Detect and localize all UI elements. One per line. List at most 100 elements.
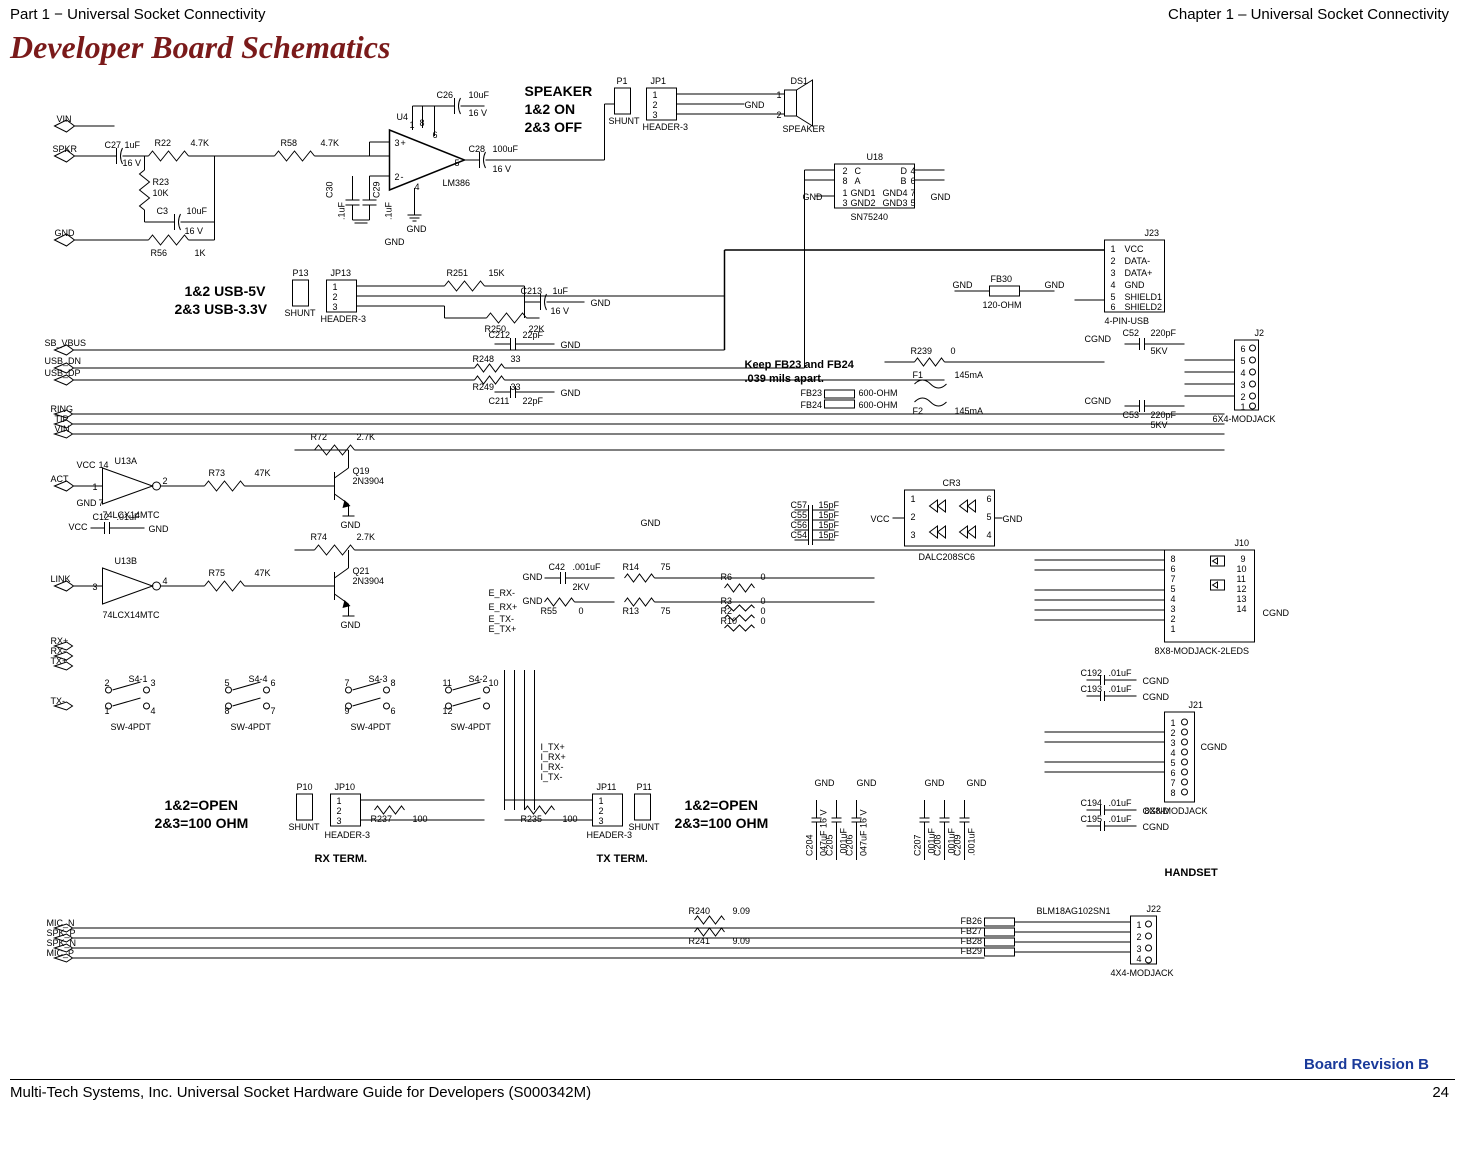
- svg-text:5: 5: [1171, 584, 1176, 594]
- svg-text:5: 5: [1111, 292, 1116, 302]
- svg-text:2: 2: [337, 806, 342, 816]
- svg-text:C213: C213: [521, 286, 543, 296]
- svg-text:3: 3: [93, 582, 98, 592]
- svg-text:C211: C211: [489, 396, 510, 406]
- svg-text:J10: J10: [1235, 538, 1250, 548]
- res-r239: R239 0: [885, 346, 1105, 366]
- svg-text:SN75240: SN75240: [851, 212, 889, 222]
- svg-text:2&3=100 OHM: 2&3=100 OHM: [155, 815, 249, 831]
- svg-text:C206: C206: [845, 834, 855, 856]
- svg-text:SHUNT: SHUNT: [609, 116, 641, 126]
- svg-text:8X8-MODJACK: 8X8-MODJACK: [1145, 806, 1208, 816]
- svg-text:4: 4: [1171, 748, 1176, 758]
- inverter-u13b: 3 4 U13B 74LCX14MTC: [93, 556, 168, 620]
- svg-text:1: 1: [1171, 624, 1176, 634]
- svg-text:FB23: FB23: [801, 388, 823, 398]
- svg-text:I_TX+: I_TX+: [541, 742, 565, 752]
- svg-text:7: 7: [1171, 574, 1176, 584]
- svg-text:JP11: JP11: [597, 782, 617, 792]
- svg-text:CGND: CGND: [1263, 608, 1290, 618]
- svg-text:8: 8: [1171, 788, 1176, 798]
- svg-text:R23: R23: [153, 177, 170, 187]
- svg-text:1&2=OPEN: 1&2=OPEN: [685, 797, 759, 813]
- svg-text:GND4: GND4: [883, 188, 908, 198]
- svg-text:4.7K: 4.7K: [321, 138, 340, 148]
- svg-text:VCC: VCC: [69, 522, 89, 532]
- svg-text:600-OHM: 600-OHM: [859, 400, 898, 410]
- svg-text:DS1: DS1: [791, 76, 809, 86]
- svg-text:USB_DP: USB_DP: [45, 368, 81, 378]
- res-r58: R58 4.7K: [215, 138, 390, 161]
- port-gnd-top: GND: [55, 228, 135, 246]
- svg-text:8: 8: [391, 678, 396, 688]
- ic-u18: U18 2C 8A 1GND1 3GND2 D4 B6 GND47 GND35 …: [803, 152, 952, 222]
- svg-text:SW-4PDT: SW-4PDT: [111, 722, 152, 732]
- svg-text:10: 10: [489, 678, 499, 688]
- svg-text:22pF: 22pF: [523, 330, 544, 340]
- svg-text:GND: GND: [1045, 280, 1066, 290]
- svg-text:9.09: 9.09: [733, 906, 751, 916]
- conn-j10: J10 89 610 711 512 413 314 2 1 8X8-MODJA…: [1035, 538, 1290, 656]
- svg-text:13: 13: [1237, 594, 1247, 604]
- cap-c52: CGND C52 220pF 5KV: [1085, 328, 1185, 356]
- svg-text:CGND: CGND: [1085, 396, 1112, 406]
- svg-text:3: 3: [1111, 268, 1116, 278]
- cap-c30: C30 .1uF: [325, 176, 360, 220]
- svg-text:J2: J2: [1255, 328, 1265, 338]
- svg-text:15pF: 15pF: [819, 530, 840, 540]
- svg-text:MIC_N: MIC_N: [47, 918, 75, 928]
- svg-text:6: 6: [911, 176, 916, 186]
- svg-text:J23: J23: [1145, 228, 1160, 238]
- svg-text:47K: 47K: [255, 568, 271, 578]
- svg-text:SPKR: SPKR: [53, 144, 78, 154]
- svg-text:R58: R58: [281, 138, 298, 148]
- svg-text:0: 0: [761, 616, 766, 626]
- svg-text:JP10: JP10: [335, 782, 356, 792]
- svg-text:9: 9: [1241, 554, 1246, 564]
- svg-text:1: 1: [333, 282, 338, 292]
- svg-text:2: 2: [333, 292, 338, 302]
- svg-text:R73: R73: [209, 468, 226, 478]
- svg-text:I_TX-: I_TX-: [541, 772, 563, 782]
- svg-text:16 V: 16 V: [123, 158, 142, 168]
- svg-text:R248: R248: [473, 354, 495, 364]
- svg-text:4-PIN-USB: 4-PIN-USB: [1105, 316, 1150, 326]
- svg-text:GND: GND: [523, 596, 544, 606]
- svg-text:C192: C192: [1081, 668, 1103, 678]
- svg-text:RX+: RX+: [51, 636, 69, 646]
- conn-j2: 6 5 4 3 2 1 J2 6X4-MODJACK: [1185, 328, 1276, 424]
- svg-text:C207: C207: [913, 834, 923, 856]
- inverter-u13a: 1 2 U13A VCC14 GND7 74LCX14MTC: [77, 456, 168, 520]
- svg-text:4: 4: [911, 166, 916, 176]
- svg-text:C57: C57: [791, 500, 808, 510]
- speaker-label: SPEAKER 1&2 ON 2&3 OFF: [525, 83, 593, 135]
- port-rxtx: RX+ RX- TX+ TX-: [51, 636, 73, 710]
- svg-text:4: 4: [415, 182, 420, 192]
- ferrite-fb23: FB23 600-OHM: [801, 388, 898, 398]
- svg-text:E_TX+: E_TX+: [489, 624, 517, 634]
- svg-text:CGND: CGND: [1143, 692, 1170, 702]
- svg-text:R3: R3: [721, 596, 733, 606]
- svg-text:R235: R235: [521, 814, 543, 824]
- svg-text:U13B: U13B: [115, 556, 138, 566]
- svg-text:C205: C205: [825, 834, 835, 856]
- svg-text:GND: GND: [857, 778, 878, 788]
- svg-text:2: 2: [843, 166, 848, 176]
- svg-text:SW-4PDT: SW-4PDT: [231, 722, 272, 732]
- svg-text:HEADER-3: HEADER-3: [321, 314, 367, 324]
- svg-text:.01uF: .01uF: [1109, 814, 1133, 824]
- svg-text:GND: GND: [641, 518, 662, 528]
- svg-text:R56: R56: [151, 248, 168, 258]
- svg-text:R10: R10: [721, 616, 738, 626]
- port-usb-dp: USB_DP: [45, 368, 475, 385]
- svg-text:Q19: Q19: [353, 466, 370, 476]
- svg-text:RING: RING: [51, 404, 74, 414]
- svg-text:GND: GND: [931, 192, 952, 202]
- svg-text:4.7K: 4.7K: [191, 138, 210, 148]
- svg-text:R240: R240: [689, 906, 711, 916]
- svg-text:C212: C212: [489, 330, 511, 340]
- svg-text:2: 2: [1111, 256, 1116, 266]
- svg-text:R14: R14: [623, 562, 640, 572]
- header-left: Part 1 − Universal Socket Connectivity: [10, 6, 266, 23]
- svg-text:0: 0: [761, 596, 766, 606]
